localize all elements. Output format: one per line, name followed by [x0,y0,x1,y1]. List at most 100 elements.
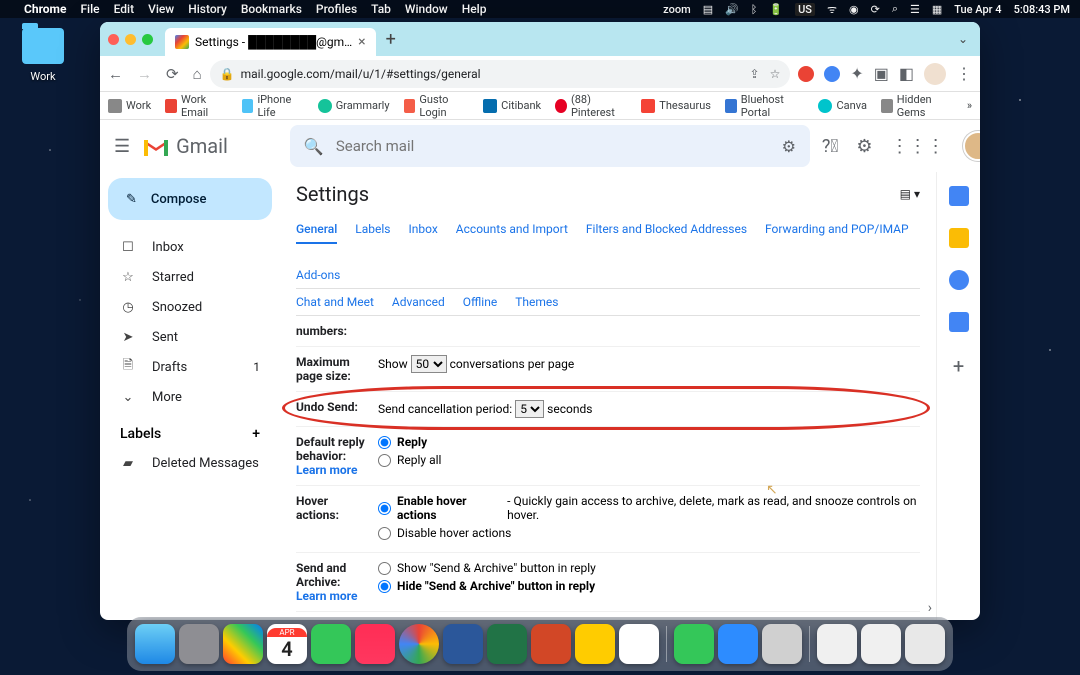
window-zoom-button[interactable] [142,34,153,45]
cast-icon[interactable]: ▣ [874,64,889,83]
dock-doc-1[interactable] [817,624,857,664]
menubar-bluetooth-icon[interactable]: ᛒ [751,3,758,16]
dock-messages[interactable] [311,624,351,664]
dock-notes[interactable] [575,624,615,664]
menubar-wifi-icon[interactable]: ᯤ [827,2,837,17]
menubar-input-us[interactable]: US [795,3,815,16]
get-addons-button[interactable]: + [953,354,964,378]
reload-button[interactable]: ⟳ [166,65,179,83]
menubar-battery-icon[interactable]: 🔋 [769,3,783,16]
search-options-icon[interactable]: ⚙ [782,137,796,156]
search-bar[interactable]: 🔍 ⚙ [290,125,810,167]
share-icon[interactable]: ⇪ [750,67,760,81]
back-button[interactable]: ← [108,65,123,83]
bookmark-thesaurus[interactable]: Thesaurus [641,99,711,113]
keep-icon[interactable] [949,228,969,248]
tab-labels[interactable]: Labels [355,216,390,244]
menu-help[interactable]: Help [462,2,487,16]
sidebar-snoozed[interactable]: ◷Snoozed [100,292,280,322]
bookmark-work-email[interactable]: Work Email [165,93,227,119]
menu-window[interactable]: Window [405,2,448,16]
dock-trash[interactable] [905,624,945,664]
menubar-notifications-icon[interactable]: ▦ [932,3,942,16]
tab-filters[interactable]: Filters and Blocked Addresses [586,216,747,244]
menu-profiles[interactable]: Profiles [316,2,357,16]
forward-button[interactable]: → [137,65,152,83]
side-panel-toggle[interactable]: › [928,600,932,616]
menubar-control-center-icon[interactable]: ☰ [910,3,920,16]
menu-view[interactable]: View [148,2,174,16]
new-tab-button[interactable]: + [386,29,396,50]
tab-overflow-button[interactable]: ⌄ [958,32,968,46]
menubar-volume-icon[interactable]: 🔊 [725,3,739,16]
radio-sa-hide[interactable] [378,580,391,593]
dock-word[interactable] [443,624,483,664]
tab-general[interactable]: General [296,216,337,244]
radio-reply-all[interactable] [378,454,391,467]
bookmark-iphone-life[interactable]: iPhone Life [242,93,304,119]
default-reply-learn-more[interactable]: Learn more [296,463,357,477]
label-deleted-messages[interactable]: ▰Deleted Messages [100,448,280,478]
menu-history[interactable]: History [188,2,227,16]
address-bar[interactable]: 🔒 mail.google.com/mail/u/1/#settings/gen… [210,60,791,88]
dock-facetime[interactable] [674,624,714,664]
radio-hover-enable[interactable] [378,502,391,515]
desktop-folder-work[interactable]: Work [18,28,68,83]
tab-themes[interactable]: Themes [515,289,558,315]
radio-sa-show[interactable] [378,562,391,575]
tab-inbox[interactable]: Inbox [408,216,437,244]
tab-forwarding[interactable]: Forwarding and POP/IMAP [765,216,909,244]
account-avatar[interactable] [963,131,980,161]
tab-addons[interactable]: Add-ons [296,262,340,288]
browser-tab[interactable]: Settings - ████████@gm… × [165,28,376,56]
undo-period-select[interactable]: 5 [515,400,544,418]
settings-gear-icon[interactable]: ⚙ [856,136,872,157]
tab-chat-meet[interactable]: Chat and Meet [296,289,374,315]
bookmark-grammarly[interactable]: Grammarly [318,99,390,113]
sidebar-more[interactable]: ⌄More [100,382,280,412]
help-icon[interactable]: ?⃝ [822,136,839,157]
search-input[interactable] [336,137,770,155]
radio-hover-disable[interactable] [378,527,391,540]
dock-system-settings[interactable] [179,624,219,664]
sidepanel-icon[interactable]: ◧ [899,64,914,83]
dock-excel[interactable] [487,624,527,664]
dock-slack[interactable] [619,624,659,664]
tab-offline[interactable]: Offline [463,289,497,315]
menubar-date[interactable]: Tue Apr 4 [954,3,1001,16]
sidebar-sent[interactable]: ➤Sent [100,322,280,352]
bookmark-canva[interactable]: Canva [818,99,866,113]
sidebar-inbox[interactable]: ☐Inbox [100,232,280,262]
extension-icon-1[interactable] [798,66,814,82]
dock-preview[interactable] [762,624,802,664]
dock-zoom[interactable] [718,624,758,664]
density-selector[interactable]: ▤ ▾ [900,187,920,201]
calendar-icon[interactable] [949,186,969,206]
bookmark-bluehost[interactable]: Bluehost Portal [725,93,805,119]
dock-powerpoint[interactable] [531,624,571,664]
chrome-menu-button[interactable]: ⋮ [956,64,972,83]
contacts-icon[interactable] [949,312,969,332]
profile-avatar[interactable] [924,63,946,85]
dock-finder[interactable] [135,624,175,664]
dock-calendar[interactable]: APR4 [267,624,307,664]
bookmark-gusto[interactable]: Gusto Login [404,93,470,119]
bookmark-overflow[interactable]: » [967,99,972,112]
menubar-spotlight-icon[interactable]: ⌕ [892,2,898,16]
menubar-time[interactable]: 5:08:43 PM [1014,3,1070,16]
tab-accounts-import[interactable]: Accounts and Import [456,216,568,244]
window-close-button[interactable] [108,34,119,45]
add-label-button[interactable]: + [252,426,260,442]
tab-advanced[interactable]: Advanced [392,289,445,315]
dock-music[interactable] [355,624,395,664]
main-menu-button[interactable]: ☰ [114,136,130,157]
apps-grid-icon[interactable]: ⋮⋮⋮ [891,136,945,157]
menu-edit[interactable]: Edit [114,2,134,16]
gmail-logo[interactable]: Gmail [142,134,228,158]
home-button[interactable]: ⌂ [193,65,202,83]
menubar-zoom[interactable]: zoom [663,3,691,16]
bookmark-hidden-gems[interactable]: Hidden Gems [881,93,953,119]
sidebar-drafts[interactable]: 🗎Drafts1 [100,352,280,382]
pagesize-select[interactable]: 50 [411,355,447,373]
window-minimize-button[interactable] [125,34,136,45]
